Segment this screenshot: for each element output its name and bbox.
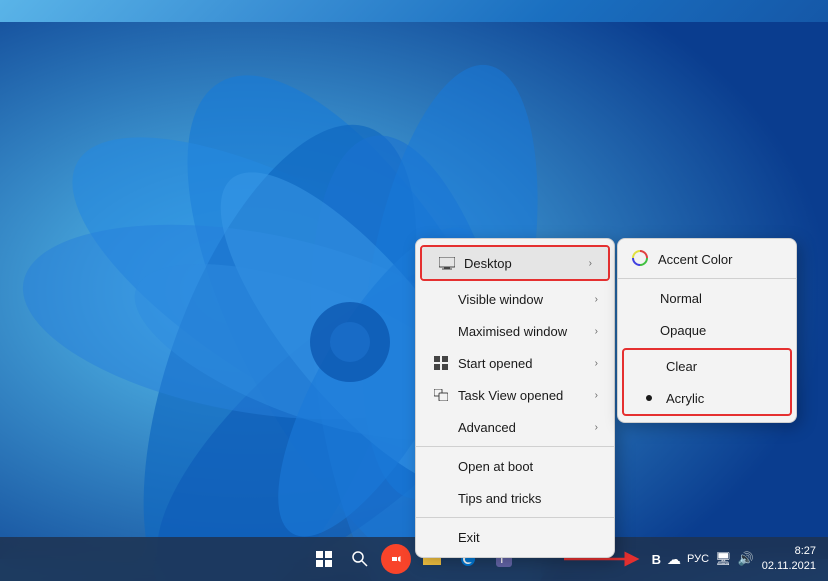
task-view-arrow: ›: [595, 390, 598, 401]
open-at-boot-icon: [432, 457, 450, 475]
sub-menu-item-acrylic-label: Acrylic: [666, 391, 774, 406]
advanced-icon: [432, 418, 450, 436]
sub-menu-item-opaque[interactable]: Opaque: [618, 314, 796, 346]
taskbar-clock[interactable]: 8:27 02.11.2021: [762, 544, 816, 575]
menu-item-advanced-label: Advanced: [458, 420, 587, 435]
menu-item-tips-label: Tips and tricks: [458, 491, 598, 506]
clock-time: 8:27: [762, 544, 816, 559]
start-opened-arrow: ›: [595, 358, 598, 369]
sub-menu-item-acrylic[interactable]: Acrylic: [624, 382, 790, 414]
normal-bullet-icon: [634, 289, 652, 307]
task-view-icon: [432, 386, 450, 404]
menu-item-advanced[interactable]: Advanced ›: [416, 411, 614, 443]
opaque-bullet-icon: [634, 321, 652, 339]
menu-item-visible-window-label: Visible window: [458, 292, 587, 307]
menu-item-start-opened[interactable]: Start opened ›: [416, 347, 614, 379]
menu-item-maximised-label: Maximised window: [458, 324, 587, 339]
sub-menu-accent-color[interactable]: Accent Color: [618, 243, 796, 275]
start-button[interactable]: [309, 544, 339, 574]
search-taskbar-button[interactable]: [345, 544, 375, 574]
start-opened-icon: [432, 354, 450, 372]
acrylic-bullet: [646, 395, 652, 401]
context-menu-main: Desktop › Visible window › Maximised win…: [415, 238, 615, 558]
menu-item-tips[interactable]: Tips and tricks: [416, 482, 614, 514]
menu-divider-1: [416, 446, 614, 447]
sub-divider-1: [618, 278, 796, 279]
menu-item-task-view[interactable]: Task View opened ›: [416, 379, 614, 411]
taskbar-systray: B ☁ РУС 🖥 🔊: [652, 551, 754, 568]
context-menu-sub: Accent Color Normal Opaque Clear Acrylic: [617, 238, 797, 423]
sub-menu-item-clear-label: Clear: [666, 359, 774, 374]
clear-acrylic-wrapper: Clear Acrylic: [622, 348, 792, 416]
exit-icon: [432, 528, 450, 546]
menu-item-desktop-label: Desktop: [464, 256, 581, 271]
tips-icon: [432, 489, 450, 507]
menu-item-exit-label: Exit: [458, 530, 598, 545]
accent-color-icon: [632, 250, 650, 268]
cloud-icon[interactable]: ☁: [667, 551, 681, 568]
maximised-arrow: ›: [595, 326, 598, 337]
language-indicator[interactable]: РУС: [687, 553, 709, 565]
taskbar: T B ☁ РУС 🖥 🔊 8:27 02.11.2021: [0, 537, 828, 581]
desktop-item-wrapper: Desktop ›: [420, 245, 610, 281]
crypto-icon[interactable]: B: [652, 552, 661, 567]
sub-menu-item-opaque-label: Opaque: [660, 323, 780, 338]
desktop-submenu-arrow: ›: [589, 258, 592, 269]
acrylic-bullet-icon: [640, 389, 658, 407]
volume-icon[interactable]: 🔊: [738, 551, 754, 567]
menu-divider-2: [416, 517, 614, 518]
sub-menu-item-normal[interactable]: Normal: [618, 282, 796, 314]
sub-menu-item-normal-label: Normal: [660, 291, 780, 306]
advanced-arrow: ›: [595, 422, 598, 433]
maximised-window-icon: [432, 322, 450, 340]
sub-menu-item-clear[interactable]: Clear: [624, 350, 790, 382]
menu-item-desktop[interactable]: Desktop ›: [422, 247, 608, 279]
menu-item-maximised-window[interactable]: Maximised window ›: [416, 315, 614, 347]
menu-item-open-at-boot-label: Open at boot: [458, 459, 598, 474]
menu-item-exit[interactable]: Exit: [416, 521, 614, 553]
desktop-icon: [438, 254, 456, 272]
menu-item-open-at-boot[interactable]: Open at boot: [416, 450, 614, 482]
menu-item-start-opened-label: Start opened: [458, 356, 587, 371]
menu-item-task-view-label: Task View opened: [458, 388, 587, 403]
menu-item-visible-window[interactable]: Visible window ›: [416, 283, 614, 315]
clock-date: 02.11.2021: [762, 559, 816, 574]
visible-window-arrow: ›: [595, 294, 598, 305]
display-icon[interactable]: 🖥: [715, 551, 732, 567]
clear-bullet-icon: [640, 357, 658, 375]
video-app-button[interactable]: [381, 544, 411, 574]
accent-color-label: Accent Color: [658, 252, 732, 267]
visible-window-icon: [432, 290, 450, 308]
